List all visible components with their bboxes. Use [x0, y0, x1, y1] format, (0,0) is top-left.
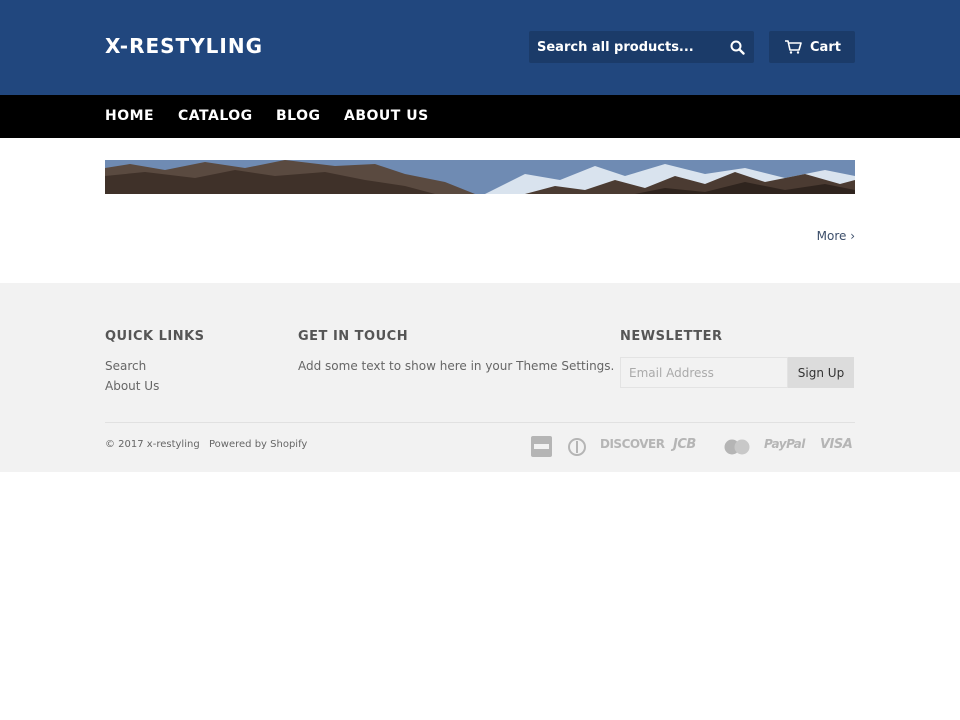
cart-label: Cart	[810, 39, 841, 55]
american-express-icon	[531, 436, 552, 457]
visa-icon: VISA	[820, 437, 853, 452]
get-in-touch-text: Add some text to show here in your Theme…	[298, 359, 615, 373]
cart-button[interactable]: Cart	[769, 31, 855, 63]
quick-links-heading: QUICK LINKS	[105, 329, 205, 344]
cart-icon	[785, 40, 802, 54]
nav-item-catalog[interactable]: CATALOG	[178, 108, 253, 124]
main-nav: HOME CATALOG BLOG ABOUT US	[0, 95, 960, 138]
discover-icon: DISCOVER	[600, 437, 665, 451]
mountain-image	[105, 160, 855, 194]
footer-divider	[105, 422, 855, 423]
search-form	[529, 31, 754, 63]
site-header: X-RESTYLING Cart	[0, 0, 960, 95]
newsletter-email-input[interactable]	[620, 357, 788, 388]
hero-banner-image	[105, 160, 855, 194]
powered-by-link[interactable]: Powered by Shopify	[209, 439, 307, 450]
diners-club-icon	[568, 438, 586, 456]
search-input[interactable]	[529, 31, 719, 63]
search-icon	[730, 40, 745, 55]
nav-item-blog[interactable]: BLOG	[276, 108, 321, 124]
get-in-touch-heading: GET IN TOUCH	[298, 329, 409, 344]
nav-item-home[interactable]: HOME	[105, 108, 154, 124]
search-button[interactable]	[720, 31, 754, 63]
copyright-text: © 2017 x-restyling	[105, 439, 200, 450]
footer-link-search[interactable]: Search	[105, 359, 146, 373]
newsletter-signup-button[interactable]: Sign Up	[788, 357, 854, 388]
site-footer: QUICK LINKS Search About Us GET IN TOUCH…	[0, 283, 960, 472]
site-logo[interactable]: X-RESTYLING	[105, 34, 263, 58]
master-icon	[724, 439, 750, 455]
footer-link-about-us[interactable]: About Us	[105, 379, 159, 393]
more-link[interactable]: More ›	[817, 229, 855, 243]
paypal-icon: PayPal	[764, 437, 805, 451]
newsletter-heading: NEWSLETTER	[620, 329, 723, 344]
jcb-icon: JCB	[673, 437, 696, 452]
nav-item-about-us[interactable]: ABOUT US	[344, 108, 429, 124]
